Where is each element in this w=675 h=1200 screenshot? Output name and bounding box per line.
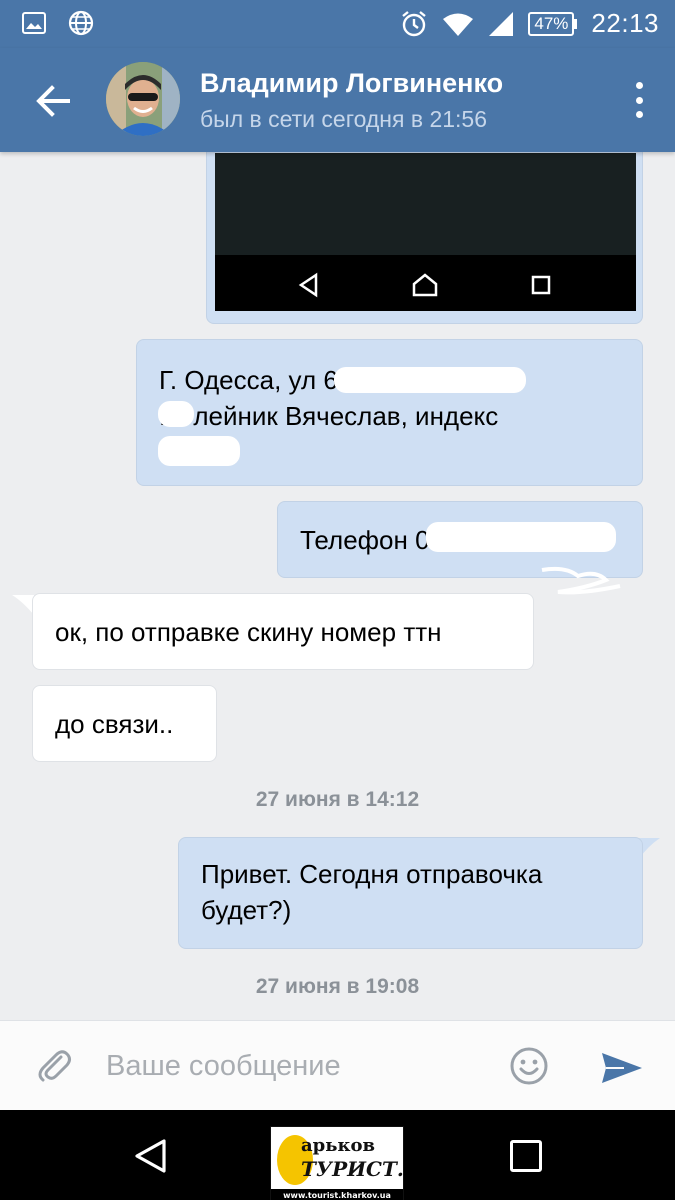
send-icon xyxy=(602,1053,642,1083)
chat-header: Владимир Логвиненко был в сети сегодня в… xyxy=(0,48,675,152)
emoji-icon xyxy=(510,1047,548,1085)
avatar[interactable] xyxy=(106,62,180,136)
message-text: Привет. Сегодня отправочка будет?) xyxy=(201,859,543,925)
contact-status: был в сети сегодня в 21:56 xyxy=(200,106,488,132)
back-button[interactable] xyxy=(30,78,76,124)
watermark-line2: ТУРИСТ. xyxy=(301,1157,404,1181)
watermark-line1: арьков xyxy=(301,1135,375,1156)
nav-back-icon xyxy=(135,1139,166,1173)
message-list[interactable]: Г. Одесса, ул 64, кв . Олейник Вячеслав,… xyxy=(0,152,675,1020)
system-navigation-bar: арьков ТУРИСТ. www.tourist.kharkov.ua xyxy=(0,1110,675,1200)
send-button[interactable] xyxy=(600,1051,644,1085)
message-input[interactable] xyxy=(106,1043,486,1089)
redaction-scribble xyxy=(334,367,526,393)
more-vert-icon[interactable] xyxy=(633,82,645,118)
date-separator: 27 июня в 14:12 xyxy=(255,788,420,811)
clock: 22:13 xyxy=(591,8,659,38)
redaction-scribble xyxy=(426,522,616,552)
message-privet[interactable]: Привет. Сегодня отправочка будет?) xyxy=(178,837,643,949)
nav-recent-icon[interactable] xyxy=(510,1140,542,1172)
paperclip-icon xyxy=(38,1050,71,1082)
contact-name[interactable]: Владимир Логвиненко xyxy=(200,68,503,99)
battery-icon: 47% xyxy=(528,11,578,36)
message-text: ок, по отправке скину номер ттн xyxy=(55,617,442,647)
attached-image[interactable] xyxy=(215,153,636,311)
signal-icon xyxy=(489,11,514,36)
watermark-url: www.tourist.kharkov.ua xyxy=(271,1189,403,1200)
redaction-scribble xyxy=(541,566,621,595)
battery-level: 47% xyxy=(528,11,575,36)
message-composer xyxy=(0,1020,675,1110)
watermark-logo: арьков ТУРИСТ. www.tourist.kharkov.ua xyxy=(270,1126,404,1200)
message-ok[interactable]: ок, по отправке скину номер ттн xyxy=(32,593,534,670)
status-bar: 47% 22:13 xyxy=(0,0,675,48)
nav-back-button[interactable] xyxy=(132,1138,170,1174)
date-separator: 27 июня в 19:08 xyxy=(255,975,420,998)
image-message[interactable] xyxy=(206,152,643,324)
redaction-scribble xyxy=(158,436,240,466)
globe-icon xyxy=(68,10,94,36)
message-dosvyazi[interactable]: до связи.. xyxy=(32,685,217,762)
emoji-button[interactable] xyxy=(510,1047,548,1085)
gallery-icon xyxy=(22,12,46,34)
redaction-scribble xyxy=(158,401,194,427)
attach-button[interactable] xyxy=(34,1045,74,1085)
message-text: до связи.. xyxy=(55,709,174,739)
alarm-icon xyxy=(402,10,427,36)
wifi-icon xyxy=(443,13,474,36)
back-arrow-icon xyxy=(36,85,70,117)
